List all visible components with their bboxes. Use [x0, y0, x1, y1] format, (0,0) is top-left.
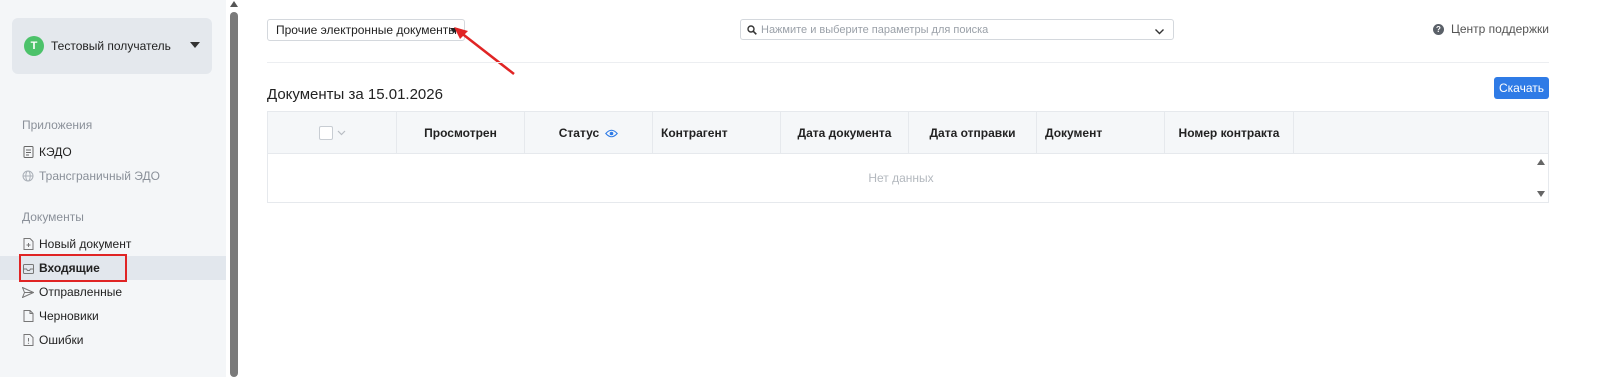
column-label: Дата документа: [797, 126, 892, 140]
user-switcher[interactable]: T Тестовый получатель: [12, 18, 212, 74]
empty-state-text: Нет данных: [868, 171, 934, 185]
table-scroll-up-icon[interactable]: [1537, 159, 1545, 165]
globe-icon: [22, 170, 34, 182]
eye-icon[interactable]: [605, 129, 619, 138]
sidebar-item-label: Отправленные: [39, 285, 123, 299]
sidebar-item-label: Новый документ: [39, 237, 132, 251]
chevron-down-icon[interactable]: [337, 126, 346, 140]
column-header-contract-number[interactable]: Номер контракта: [1165, 112, 1294, 154]
select-all-column: [268, 112, 397, 154]
scroll-up-arrow-icon[interactable]: [230, 1, 238, 7]
caret-down-icon: [190, 42, 200, 48]
table-header: Просмотрен Статус Контрагент Дата докуме…: [268, 112, 1548, 154]
support-center-label: Центр поддержки: [1451, 22, 1549, 36]
sidebar-scrollbar[interactable]: [229, 0, 238, 377]
sidebar-item-errors[interactable]: Ошибки: [0, 328, 226, 352]
column-label: Документ: [1045, 126, 1103, 140]
sidebar-item-label: Черновики: [39, 309, 99, 323]
divider: [267, 62, 1549, 63]
search-box[interactable]: [740, 19, 1174, 40]
download-button[interactable]: Скачать: [1494, 77, 1549, 99]
draft-icon: [22, 310, 34, 322]
column-label: Статус: [558, 126, 600, 140]
new-document-icon: [22, 238, 34, 250]
sidebar-item-label: Трансграничный ЭДО: [39, 169, 160, 183]
sidebar-item-new-document[interactable]: Новый документ: [0, 232, 226, 256]
avatar: T: [24, 36, 44, 56]
annotation-highlight-box: [19, 254, 127, 282]
document-icon: [22, 146, 34, 158]
documents-table: Просмотрен Статус Контрагент Дата докуме…: [267, 111, 1549, 203]
column-header-sent-date[interactable]: Дата отправки: [909, 112, 1037, 154]
sidebar-item-label: КЭДО: [39, 145, 72, 159]
apps-section-title: Приложения: [22, 118, 93, 132]
table-scroll-down-icon[interactable]: [1537, 191, 1545, 197]
sidebar-item-sent[interactable]: Отправленные: [0, 280, 226, 304]
sidebar-item-crossborder-edo[interactable]: Трансграничный ЭДО: [0, 164, 226, 188]
document-type-select[interactable]: Прочие электронные документы: [267, 19, 465, 41]
docs-section-title: Документы: [22, 210, 84, 224]
sidebar: T Тестовый получатель Приложения КЭДО Тр…: [0, 0, 226, 377]
scrollbar-thumb[interactable]: [230, 12, 238, 377]
column-header-status[interactable]: Статус: [525, 112, 653, 154]
error-doc-icon: [22, 334, 34, 346]
support-center-link[interactable]: ? Центр поддержки: [1433, 22, 1549, 36]
send-icon: [22, 286, 34, 298]
document-type-value: Прочие электронные документы: [276, 23, 457, 37]
sidebar-item-drafts[interactable]: Черновики: [0, 304, 226, 328]
column-label: Дата отправки: [929, 126, 1016, 140]
page-title: Документы за 15.01.2026: [267, 86, 443, 103]
column-header-document[interactable]: Документ: [1037, 112, 1165, 154]
sidebar-item-kedo[interactable]: КЭДО: [0, 140, 226, 164]
question-icon: ?: [1433, 23, 1444, 35]
user-name: Тестовый получатель: [51, 39, 171, 53]
column-header-viewed[interactable]: Просмотрен: [397, 112, 525, 154]
search-icon: [747, 24, 757, 35]
column-label: Номер контракта: [1178, 126, 1280, 140]
sidebar-item-label: Ошибки: [39, 333, 84, 347]
search-input[interactable]: [761, 23, 1141, 36]
column-header-document-date[interactable]: Дата документа: [781, 112, 909, 154]
select-all-checkbox[interactable]: [318, 126, 333, 140]
column-label: Контрагент: [661, 126, 728, 140]
annotation-arrow-icon: [454, 27, 515, 75]
column-label: Просмотрен: [424, 126, 497, 140]
chevron-down-icon[interactable]: [1154, 24, 1165, 42]
column-header-counterparty[interactable]: Контрагент: [653, 112, 781, 154]
